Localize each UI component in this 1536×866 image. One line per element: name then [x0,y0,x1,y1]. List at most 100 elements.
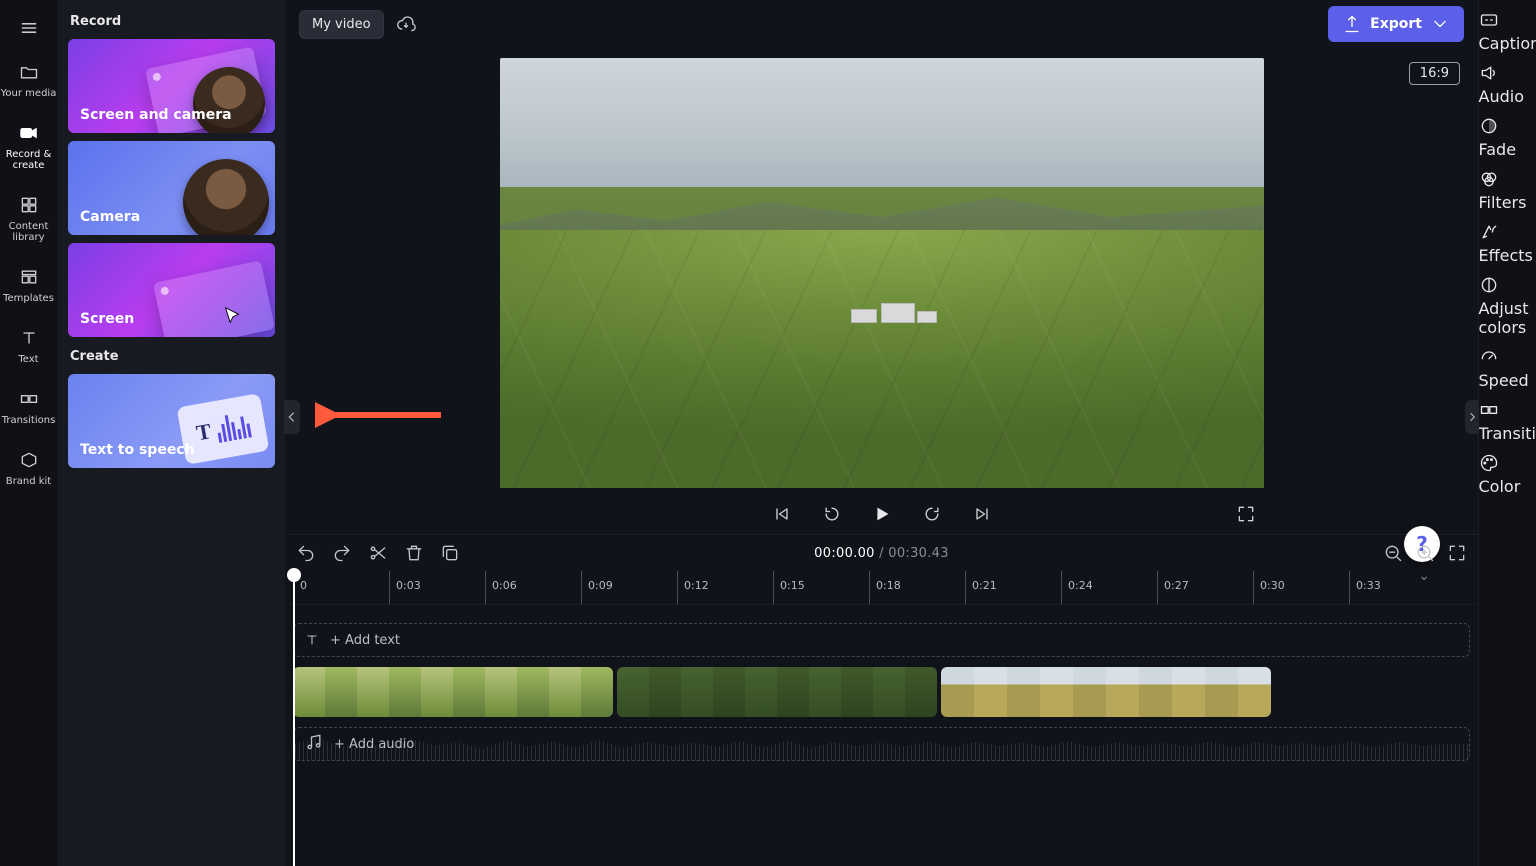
rail-label: Fade [1479,140,1517,159]
rail-label: Templates [3,293,54,304]
export-label: Export [1370,16,1422,32]
ruler-tick: 0:24 [1061,571,1062,604]
rail-label: Audio [1479,87,1524,106]
avatar-thumb [193,67,265,133]
rail-label: Transition [1479,424,1536,443]
video-clip-2[interactable] [617,667,937,717]
rail-filters[interactable]: Filters [1479,169,1536,212]
add-audio-label: + Add audio [334,737,414,752]
hamburger-menu[interactable] [9,10,49,46]
project-name-chip[interactable]: My video [299,10,384,39]
skip-back-button[interactable] [818,500,846,528]
ruler-tick-label: 0:12 [684,579,709,592]
play-button[interactable] [868,500,896,528]
transition-icon [1479,400,1536,424]
right-rail: Captions Audio Fade Filters Effects [1478,0,1536,866]
adjust-colors-icon [1479,275,1536,299]
project-name: My video [312,17,371,32]
rail-speed[interactable]: Speed [1479,347,1536,390]
filters-icon [1479,169,1536,193]
rail-audio[interactable]: Audio [1479,63,1536,106]
delete-button[interactable] [403,542,425,564]
rail-label: Filters [1479,193,1527,212]
add-text-track[interactable]: + Add text [293,623,1470,657]
waveform-icon [294,728,1469,760]
ruler-tick-label: 0:18 [876,579,901,592]
section-heading-create: Create [70,349,273,364]
panel-collapse-handle[interactable] [284,400,300,434]
ruler-tick-label: 0:33 [1356,579,1381,592]
folder-icon [17,60,41,84]
duplicate-button[interactable] [439,542,461,564]
stage-wrap: 16:9 [285,48,1478,534]
preview-stage[interactable] [500,58,1264,488]
rail-templates[interactable]: Templates [0,259,58,312]
card-label: Text to speech [80,442,195,458]
ruler-tick: 0:12 [677,571,678,604]
fullscreen-button[interactable] [1232,500,1260,528]
cursor-icon [221,305,243,327]
rail-transition[interactable]: Transition [1479,400,1536,443]
camcorder-icon [17,121,41,145]
ruler-tick-label: 0:09 [588,579,613,592]
rail-text[interactable]: Text [0,320,58,373]
card-screen[interactable]: Screen [68,243,275,337]
ruler-tick: 0:09 [581,571,582,604]
card-camera[interactable]: Camera [68,141,275,235]
playhead-line[interactable] [293,571,295,866]
rail-transitions[interactable]: Transitions [0,381,58,434]
transitions-icon [17,387,41,411]
ruler-tick: 0:03 [389,571,390,604]
undo-button[interactable] [295,542,317,564]
speed-icon [1479,347,1536,371]
music-icon [304,732,324,756]
rail-label: Content library [0,221,58,243]
video-clip-3[interactable] [941,667,1271,717]
captions-icon [1479,10,1536,34]
card-text-to-speech[interactable]: T Text to speech [68,374,275,468]
ruler-tick-label: 0 [300,579,307,592]
rail-label: Your media [1,88,57,99]
export-button[interactable]: Export [1328,6,1464,42]
speaker-icon [1479,63,1536,87]
text-icon [304,632,320,648]
ruler-tick: 0:27 [1157,571,1158,604]
add-audio-track[interactable]: + Add audio [293,727,1470,761]
add-text-label: + Add text [330,633,400,648]
rail-label: Captions [1479,34,1536,53]
rail-label: Adjust colors [1479,299,1529,337]
right-panel-collapse-handle[interactable] [1465,400,1479,434]
card-screen-and-camera[interactable]: Screen and camera [68,39,275,133]
ruler-tick: 0:21 [965,571,966,604]
effects-icon [1479,222,1536,246]
zoom-in-button[interactable] [1414,542,1436,564]
rail-effects[interactable]: Effects [1479,222,1536,265]
rail-your-media[interactable]: Your media [0,54,58,107]
fade-icon [1479,116,1536,140]
cloud-sync-icon[interactable] [396,14,416,34]
ruler-tick-label: 0:30 [1260,579,1285,592]
rail-captions[interactable]: Captions [1479,10,1536,53]
rail-fade[interactable]: Fade [1479,116,1536,159]
rail-color[interactable]: Color [1479,453,1536,496]
timeline-ruler[interactable]: 00:030:060:090:120:150:180:210:240:270:3… [285,571,1478,605]
rail-brand-kit[interactable]: Brand kit [0,442,58,495]
time-current: 00:00.00 [814,546,875,561]
window-thumb-icon [153,260,275,337]
split-button[interactable] [367,542,389,564]
aspect-ratio-badge[interactable]: 16:9 [1409,62,1460,85]
skip-forward-button[interactable] [918,500,946,528]
prev-clip-button[interactable] [768,500,796,528]
rail-content-library[interactable]: Content library [0,187,58,251]
timeline-time: 00:00.00 / 00:30.43 [814,546,949,561]
transport-controls [500,488,1264,534]
zoom-out-button[interactable] [1382,542,1404,564]
next-clip-button[interactable] [968,500,996,528]
fit-button[interactable] [1446,542,1468,564]
rail-adjust-colors[interactable]: Adjust colors [1479,275,1536,337]
ruler-tick-label: 0:06 [492,579,517,592]
redo-button[interactable] [331,542,353,564]
video-clip-1[interactable] [293,667,613,717]
rail-record-create[interactable]: Record & create [0,115,58,179]
card-label: Screen and camera [80,107,232,123]
